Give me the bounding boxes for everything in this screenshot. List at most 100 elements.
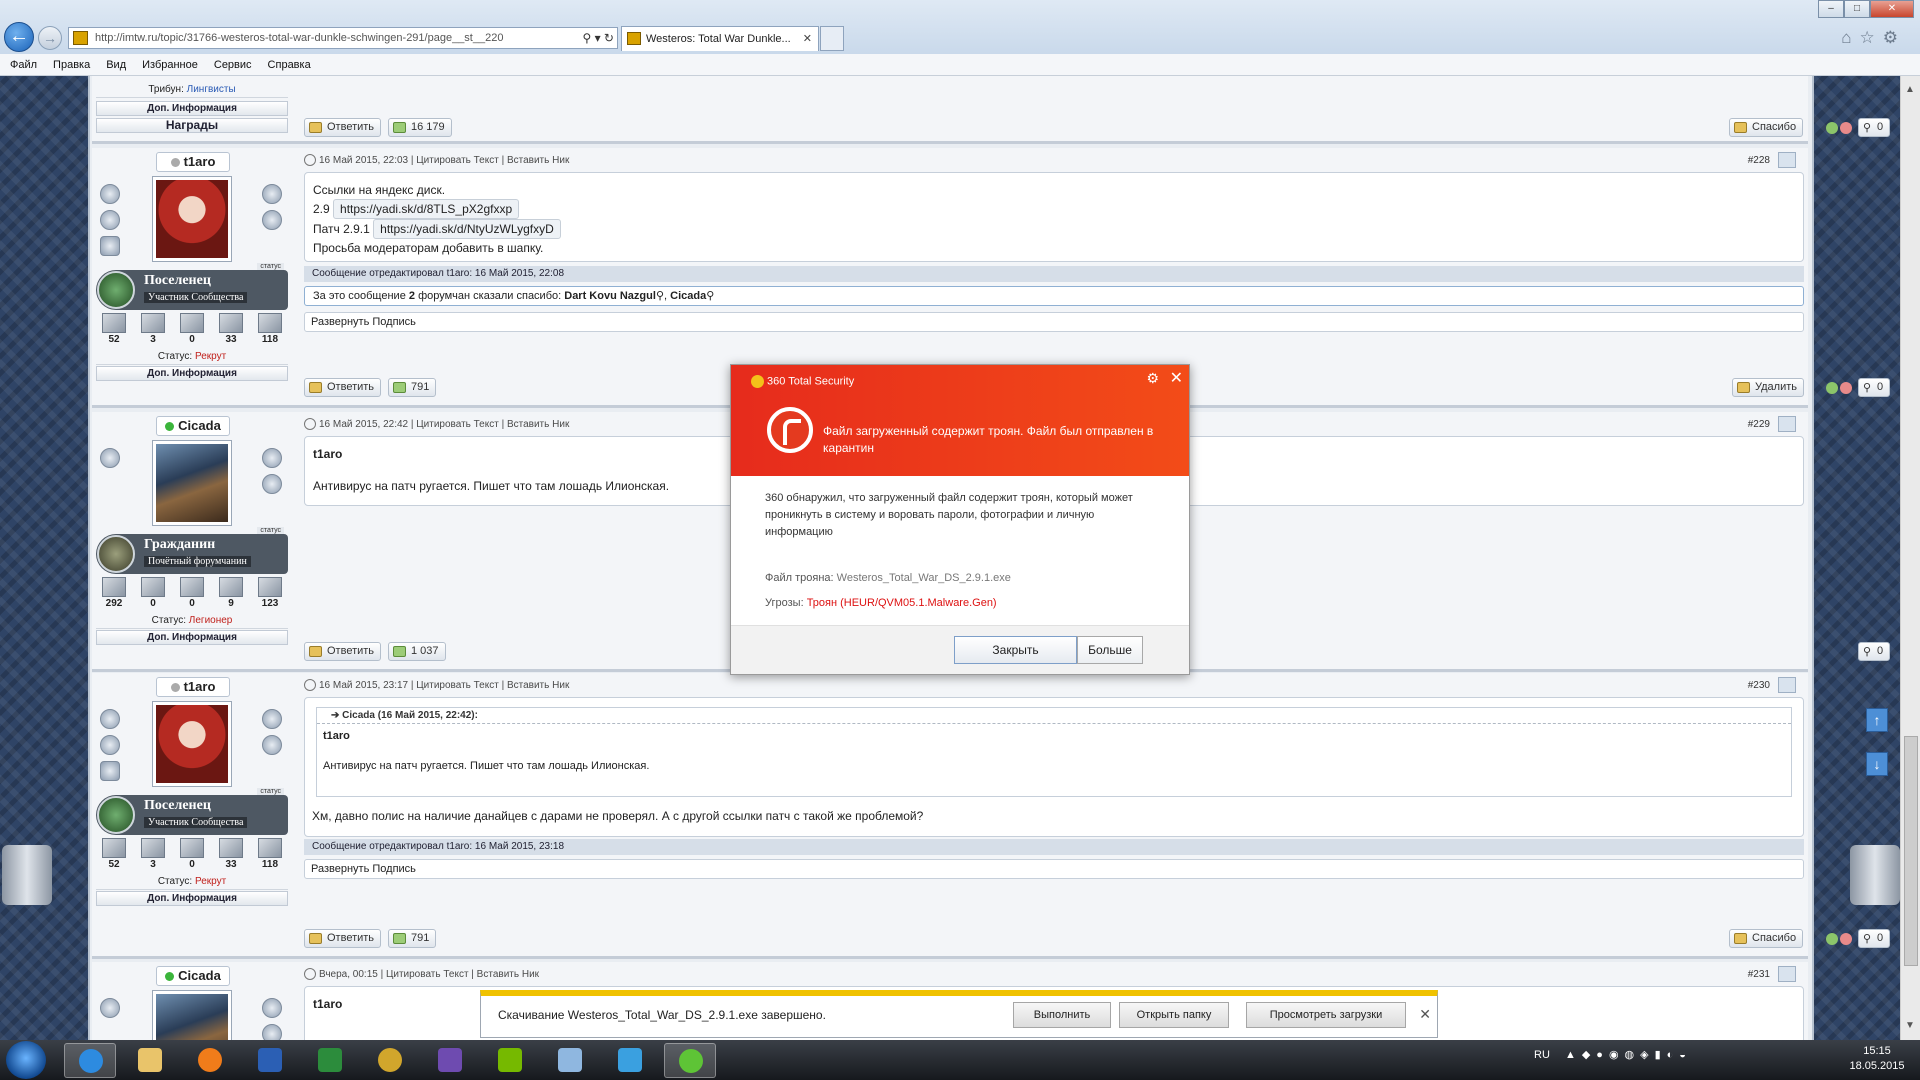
tribune-link[interactable]: Лингвисты: [187, 84, 236, 95]
friends-icon[interactable]: [100, 210, 120, 230]
rate-minus-icon[interactable]: [1840, 122, 1852, 134]
post-number[interactable]: #231: [1748, 966, 1770, 984]
avatar[interactable]: [152, 440, 232, 526]
nvidia-taskbar-icon[interactable]: [484, 1043, 536, 1078]
system-tray[interactable]: RU ▲◆●◉◍◈▮◐◒: [1534, 1048, 1692, 1061]
tool-taskbar-icon[interactable]: [544, 1043, 596, 1078]
address-bar[interactable]: http://imtw.ru/topic/31766-westeros-tota…: [68, 27, 618, 49]
menu-favorites[interactable]: Избранное: [142, 54, 198, 75]
new-tab-button[interactable]: [820, 26, 844, 51]
profile-icon[interactable]: [100, 709, 120, 729]
menu-file[interactable]: Файл: [10, 54, 37, 75]
word-taskbar-icon[interactable]: [244, 1043, 296, 1078]
scroll-up-arrow-icon[interactable]: ↑: [1866, 708, 1888, 732]
dop-info-button[interactable]: Доп. Информация: [96, 630, 288, 645]
page-scrollbar[interactable]: ▲ ▼: [1900, 76, 1920, 1040]
quote-header: ➔ Cicada (16 Май 2015, 22:42):: [317, 708, 1791, 724]
scroll-down-icon[interactable]: ▼: [1905, 1020, 1915, 1031]
dialog-headline: Файл загруженный содержит троян. Файл бы…: [823, 424, 1154, 455]
search-refresh-icon[interactable]: ⚲ ▾ ↻: [582, 28, 614, 48]
share-icon[interactable]: [1778, 416, 1796, 432]
rate-minus-icon[interactable]: [1840, 382, 1852, 394]
avatar[interactable]: [152, 701, 232, 787]
settings-gear-icon[interactable]: ⚙: [1146, 370, 1159, 387]
menu-view[interactable]: Вид: [106, 54, 126, 75]
start-button[interactable]: [6, 1041, 46, 1079]
rate-minus-icon[interactable]: [1840, 933, 1852, 945]
tab-close-icon[interactable]: ✕: [803, 27, 812, 51]
open-folder-button[interactable]: Открыть папку: [1119, 1002, 1229, 1028]
run-button[interactable]: Выполнить: [1013, 1002, 1111, 1028]
dialog-more-button[interactable]: Больше: [1077, 636, 1143, 664]
rep-icon: [393, 382, 406, 393]
minimize-button[interactable]: –: [1818, 0, 1844, 18]
scroll-down-arrow-icon[interactable]: ↓: [1866, 752, 1888, 776]
calc-taskbar-icon[interactable]: [604, 1043, 656, 1078]
reply-button[interactable]: Ответить: [304, 929, 382, 948]
profile-icon[interactable]: [100, 184, 120, 204]
reply-button[interactable]: Ответить: [304, 642, 382, 661]
menu-tools[interactable]: Сервис: [214, 54, 252, 75]
menu-help[interactable]: Справка: [268, 54, 311, 75]
user-nick[interactable]: t1aro: [156, 677, 230, 697]
share-icon[interactable]: [1778, 152, 1796, 168]
expand-signature[interactable]: Развернуть Подпись: [304, 312, 1804, 332]
post-number[interactable]: #228: [1748, 152, 1770, 170]
dialog-close-button[interactable]: Закрыть: [954, 636, 1077, 664]
dop-info-button[interactable]: Доп. Информация: [96, 366, 288, 381]
user-nick[interactable]: Cicada: [156, 416, 230, 436]
thanks-button[interactable]: Спасибо: [1729, 118, 1804, 137]
icq-taskbar-icon[interactable]: [664, 1043, 716, 1078]
scroll-up-icon[interactable]: ▲: [1905, 84, 1915, 95]
search-count-button[interactable]: ⚲ 0: [1858, 378, 1891, 397]
message-icon[interactable]: [100, 236, 120, 256]
avatar[interactable]: [152, 176, 232, 262]
friends-icon[interactable]: [100, 735, 120, 755]
thanks-user-link[interactable]: Cicada: [670, 290, 706, 302]
share-icon[interactable]: [1778, 966, 1796, 982]
rate-plus-icon[interactable]: [1826, 382, 1838, 394]
media-player-taskbar-icon[interactable]: [184, 1043, 236, 1078]
link-patch[interactable]: https://yadi.sk/d/NtyUzWLygfxyD: [373, 219, 561, 239]
rate-plus-icon[interactable]: [1826, 122, 1838, 134]
scrollbar-thumb[interactable]: [1904, 736, 1918, 966]
post-number[interactable]: #230: [1748, 677, 1770, 695]
rate-plus-icon[interactable]: [1826, 933, 1838, 945]
friends-icon[interactable]: [100, 998, 120, 1018]
excel-taskbar-icon[interactable]: [304, 1043, 356, 1078]
home-favorites-tools-icons[interactable]: ⌂☆⚙: [1841, 28, 1906, 48]
reply-button[interactable]: Ответить: [304, 118, 382, 137]
message-icon[interactable]: [100, 761, 120, 781]
view-downloads-button[interactable]: Просмотреть загрузки: [1246, 1002, 1406, 1028]
thanks-button[interactable]: Спасибо: [1729, 929, 1804, 948]
search-count-button[interactable]: ⚲ 0: [1858, 118, 1891, 137]
delete-button[interactable]: Удалить: [1732, 378, 1804, 397]
expand-signature[interactable]: Развернуть Подпись: [304, 859, 1804, 879]
system-clock[interactable]: 15:15 18.05.2015: [1840, 1044, 1914, 1074]
dop-info-button[interactable]: Доп. Информация: [96, 101, 288, 116]
ie-taskbar-icon[interactable]: [64, 1043, 116, 1078]
explorer-taskbar-icon[interactable]: [124, 1043, 176, 1078]
eye-app-taskbar-icon[interactable]: [364, 1043, 416, 1078]
user-nick[interactable]: Cicada: [156, 966, 230, 986]
thanks-user-link[interactable]: Dart Kovu Nazgul: [564, 290, 656, 302]
user-nick[interactable]: t1aro: [156, 152, 230, 172]
maximize-button[interactable]: □: [1844, 0, 1870, 18]
share-icon[interactable]: [1778, 677, 1796, 693]
download-bar-close-icon[interactable]: ✕: [1419, 1006, 1431, 1023]
dialog-close-icon[interactable]: ✕: [1170, 368, 1183, 388]
menu-edit[interactable]: Правка: [53, 54, 90, 75]
back-button[interactable]: ←: [4, 22, 34, 52]
reply-button[interactable]: Ответить: [304, 378, 382, 397]
dop-info-button[interactable]: Доп. Информация: [96, 891, 288, 906]
friends-icon[interactable]: [100, 448, 120, 468]
search-count-button[interactable]: ⚲ 0: [1858, 642, 1891, 661]
forward-button[interactable]: →: [38, 26, 62, 50]
search-count-button[interactable]: ⚲ 0: [1858, 929, 1891, 948]
close-window-button[interactable]: ✕: [1870, 0, 1914, 18]
link-2-9[interactable]: https://yadi.sk/d/8TLS_pX2gfxxp: [333, 199, 520, 219]
visual-studio-taskbar-icon[interactable]: [424, 1043, 476, 1078]
tab-active[interactable]: Westeros: Total War Dunkle... ✕: [621, 26, 819, 51]
post-number[interactable]: #229: [1748, 416, 1770, 434]
awards-button[interactable]: Награды: [96, 118, 288, 133]
